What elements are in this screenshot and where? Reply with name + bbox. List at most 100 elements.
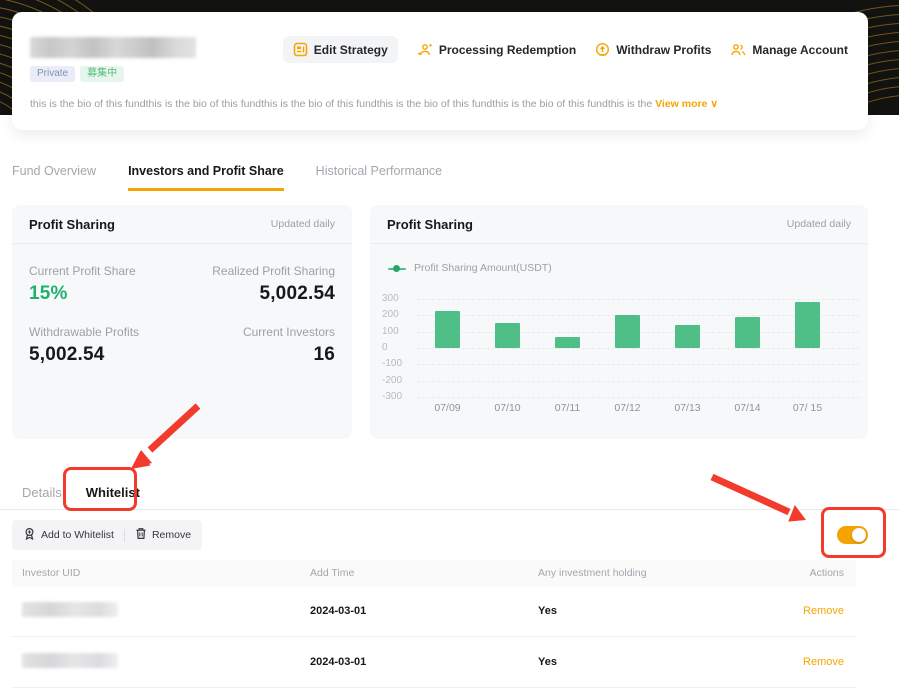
stat-withdrawable-profits: Withdrawable Profits 5,002.54 bbox=[29, 325, 182, 366]
chart-bar-0710 bbox=[495, 322, 520, 348]
stats-card-header: Profit Sharing Updated daily bbox=[12, 205, 352, 244]
stat-realized-profit-sharing: Realized Profit Sharing 5,002.54 bbox=[182, 264, 335, 305]
chart-bar-0712 bbox=[615, 314, 640, 348]
profit-sharing-chart-card: Profit Sharing Updated daily Profit Shar… bbox=[370, 205, 868, 439]
remove-button-label: Remove bbox=[151, 529, 192, 541]
y-axis-tick-label: -200 bbox=[382, 374, 403, 386]
fund-bio-text: this is the bio of this fundthis is the … bbox=[30, 98, 653, 110]
award-badge-icon bbox=[23, 527, 36, 543]
tab-fund-overview[interactable]: Fund Overview bbox=[12, 164, 96, 191]
whitelist-table-header: Investor UID Add Time Any investment hol… bbox=[12, 560, 856, 586]
main-tabs: Fund Overview Investors and Profit Share… bbox=[12, 164, 442, 191]
remove-button[interactable]: Remove bbox=[135, 527, 191, 543]
toolbar-divider bbox=[123, 528, 125, 542]
withdraw-profits-label: Withdraw Profits bbox=[616, 42, 712, 57]
x-axis-tick-label: 07/11 bbox=[554, 402, 581, 414]
chart-gridline bbox=[417, 396, 860, 398]
column-investment-holding: Any investment holding bbox=[538, 567, 647, 579]
column-add-time: Add Time bbox=[310, 567, 355, 579]
cell-add-time: 2024-03-01 bbox=[310, 605, 367, 617]
stats-grid: Current Profit Share 15% Realized Profit… bbox=[12, 244, 352, 366]
chart-card-title: Profit Sharing bbox=[387, 216, 473, 232]
whitelist-toolbar: Add to Whitelist Remove bbox=[12, 520, 203, 550]
add-to-whitelist-label: Add to Whitelist bbox=[41, 529, 114, 541]
private-badge: Private bbox=[30, 66, 76, 82]
withdraw-profits-icon bbox=[595, 42, 610, 57]
profit-sharing-stats-card: Profit Sharing Updated daily Current Pro… bbox=[12, 205, 352, 439]
x-axis-tick-label: 07/13 bbox=[674, 402, 701, 414]
chart-legend[interactable]: Profit Sharing Amount(USDT) bbox=[388, 262, 552, 274]
view-more-link[interactable]: View more ∨ bbox=[655, 98, 718, 110]
cell-add-time: 2024-03-01 bbox=[310, 656, 367, 668]
chart-gridline bbox=[417, 364, 860, 366]
tab-historical-performance[interactable]: Historical Performance bbox=[316, 164, 442, 191]
cell-holding: Yes bbox=[538, 656, 557, 668]
row-remove-link[interactable]: Remove bbox=[803, 605, 844, 617]
y-axis-tick-label: 0 bbox=[382, 342, 388, 353]
stat-value: 16 bbox=[313, 344, 335, 365]
column-investor-uid: Investor UID bbox=[22, 567, 81, 579]
toggle-knob bbox=[852, 528, 866, 542]
chart-bar-0713 bbox=[675, 325, 700, 348]
section-tabs: Details Whitelist bbox=[0, 477, 899, 510]
stat-current-investors: Current Investors 16 bbox=[182, 325, 335, 366]
whitelist-toggle[interactable] bbox=[837, 526, 868, 544]
tab-details[interactable]: Details bbox=[22, 477, 62, 509]
processing-redemption-button[interactable]: Processing Redemption bbox=[417, 42, 576, 57]
column-actions: Actions bbox=[809, 567, 844, 579]
manage-account-button[interactable]: Manage Account bbox=[730, 42, 848, 57]
chart-plot-area: Profit Sharing Amount(USDT) 300 200 100 0 -1… bbox=[370, 244, 868, 439]
table-row: 2024-03-01 Yes Remove bbox=[12, 586, 856, 637]
chart-card-updated: Updated daily bbox=[786, 218, 851, 230]
x-axis-tick-label: 07/10 bbox=[494, 402, 521, 414]
fund-management-page: Private 募集中 this is the bio of this fund… bbox=[0, 0, 899, 697]
stat-label: Realized Profit Sharing bbox=[212, 264, 335, 278]
tab-whitelist[interactable]: Whitelist bbox=[86, 477, 140, 509]
fund-header-card: Private 募集中 this is the bio of this fund… bbox=[12, 12, 868, 130]
stat-current-profit-share: Current Profit Share 15% bbox=[29, 264, 182, 305]
header-actions: Edit Strategy Processing Redemption With… bbox=[282, 36, 848, 63]
table-row: 2024-03-01 Yes Remove bbox=[12, 637, 856, 688]
y-axis-tick-label: -300 bbox=[382, 390, 403, 402]
withdraw-profits-button[interactable]: Withdraw Profits bbox=[595, 42, 711, 57]
stat-label: Current Investors bbox=[242, 325, 335, 339]
edit-strategy-icon bbox=[293, 42, 308, 57]
processing-redemption-label: Processing Redemption bbox=[438, 42, 577, 57]
stats-card-updated: Updated daily bbox=[270, 218, 335, 230]
stat-value: 5,002.54 bbox=[259, 283, 335, 304]
stat-label: Withdrawable Profits bbox=[29, 325, 140, 339]
manage-account-label: Manage Account bbox=[752, 42, 848, 57]
chart-gridline bbox=[417, 380, 860, 382]
y-axis-tick-label: -100 bbox=[382, 358, 403, 370]
chart-bar-0714 bbox=[735, 317, 760, 348]
y-axis-tick-label: 200 bbox=[382, 309, 399, 321]
stat-value: 15% bbox=[29, 283, 68, 304]
chart-gridline bbox=[417, 299, 860, 301]
stats-card-title: Profit Sharing bbox=[29, 216, 115, 232]
stat-label: Current Profit Share bbox=[29, 264, 136, 278]
x-axis-tick-label: 07/12 bbox=[614, 402, 641, 414]
legend-label: Profit Sharing Amount(USDT) bbox=[414, 262, 552, 274]
cell-holding: Yes bbox=[538, 605, 557, 617]
chart-card-header: Profit Sharing Updated daily bbox=[370, 205, 868, 244]
stat-value: 5,002.54 bbox=[29, 344, 105, 365]
chart-bar-0709 bbox=[435, 310, 460, 348]
edit-strategy-label: Edit Strategy bbox=[313, 42, 388, 57]
tab-investors-profit-share[interactable]: Investors and Profit Share bbox=[128, 164, 284, 191]
fund-bio: this is the bio of this fundthis is the … bbox=[30, 98, 718, 110]
chart-bar-0715 bbox=[795, 302, 820, 348]
investor-uid-redacted bbox=[22, 653, 118, 668]
manage-account-icon bbox=[730, 42, 746, 57]
fund-name-redacted bbox=[30, 37, 196, 58]
row-remove-link[interactable]: Remove bbox=[803, 656, 844, 668]
fund-badges: Private 募集中 bbox=[30, 66, 125, 82]
y-axis-tick-label: 300 bbox=[382, 293, 399, 305]
investor-uid-redacted bbox=[22, 602, 118, 617]
processing-redemption-icon bbox=[417, 42, 433, 57]
x-axis-tick-label: 07/ 15 bbox=[792, 402, 823, 414]
x-axis-tick-label: 07/09 bbox=[434, 402, 461, 414]
add-to-whitelist-button[interactable]: Add to Whitelist bbox=[23, 527, 114, 543]
legend-dot-icon bbox=[388, 264, 406, 272]
edit-strategy-button[interactable]: Edit Strategy bbox=[282, 36, 398, 63]
chart-gridline bbox=[417, 348, 860, 349]
